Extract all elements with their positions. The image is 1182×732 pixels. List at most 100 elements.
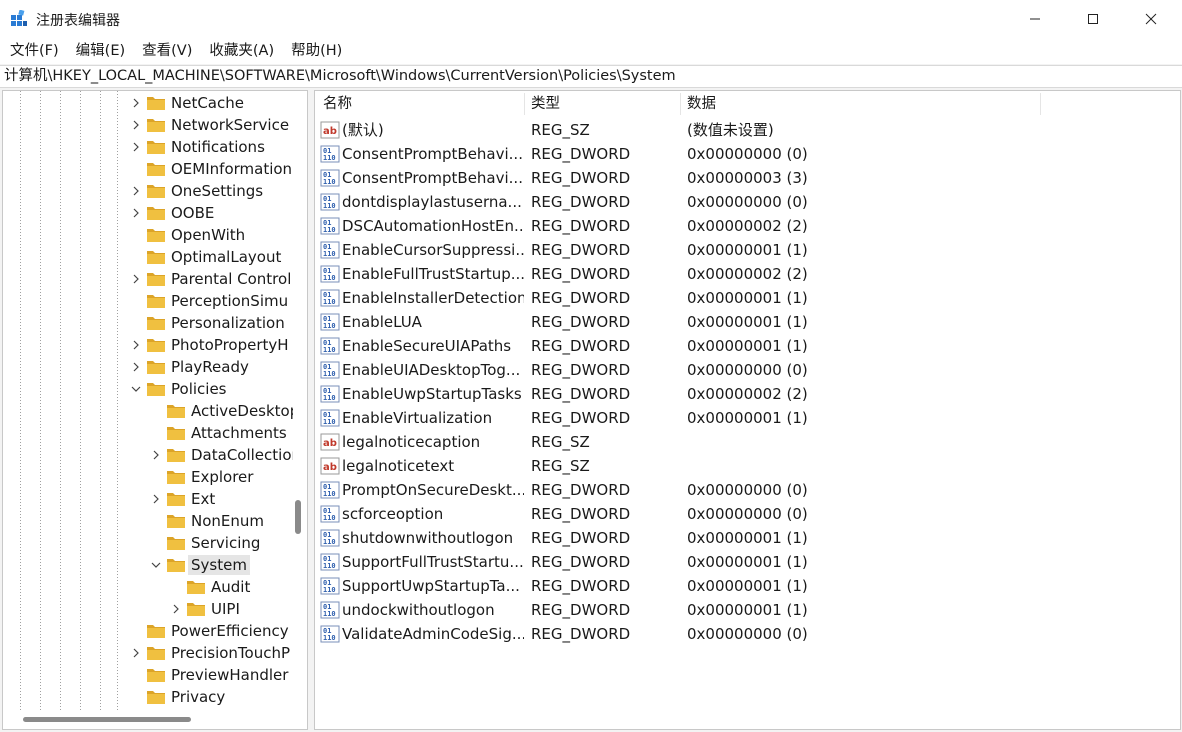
tree-node[interactable]: PrecisionTouchP [3,642,293,664]
tree-node[interactable]: Servicing [3,532,293,554]
tree-node[interactable]: PhotoPropertyH [3,334,293,356]
tree-node[interactable]: NetworkService [3,114,293,136]
chevron-down-icon[interactable] [150,559,162,571]
value-row[interactable]: 01 110 shutdownwithoutlogon REG_DWORD 0x0000… [315,526,1175,550]
value-row[interactable]: 01 110 SupportUwpStartupTa... REG_DWORD 0x00… [315,574,1175,598]
chevron-right-icon[interactable] [150,449,162,461]
value-row[interactable]: ab legalnoticecaption REG_SZ [315,430,1175,454]
value-row[interactable]: 01 110 EnableFullTrustStartup... REG_DWORD 0… [315,262,1175,286]
chevron-right-icon[interactable] [170,603,182,615]
value-row[interactable]: 01 110 scforceoption REG_DWORD 0x00000000 (0… [315,502,1175,526]
chevron-right-icon[interactable] [130,647,142,659]
value-type: REG_SZ [531,121,590,139]
chevron-right-icon[interactable] [130,339,142,351]
menu-edit[interactable]: 编辑(E) [68,39,133,63]
close-button[interactable] [1122,0,1180,38]
folder-icon [186,601,206,617]
chevron-down-icon[interactable] [130,383,142,395]
tree-horizontal-scroll-thumb[interactable] [23,717,191,722]
value-row[interactable]: 01 110 PromptOnSecureDeskt... REG_DWORD 0x00… [315,478,1175,502]
tree-node[interactable]: UIPI [3,598,293,620]
value-row[interactable]: 01 110 EnableUIADesktopTog... REG_DWORD 0x00… [315,358,1175,382]
value-row[interactable]: 01 110 EnableSecureUIAPaths REG_DWORD 0x0000… [315,334,1175,358]
tree-node[interactable]: OptimalLayout [3,246,293,268]
maximize-button[interactable] [1064,0,1122,38]
tree-node[interactable]: Privacy [3,686,293,708]
value-row[interactable]: 01 110 DSCAutomationHostEn... REG_DWORD 0x00… [315,214,1175,238]
chevron-right-icon[interactable] [150,493,162,505]
value-row[interactable]: ab legalnoticetext REG_SZ [315,454,1175,478]
chevron-right-icon[interactable] [130,119,142,131]
value-data: 0x00000002 (2) [687,385,808,403]
column-header-type[interactable]: 类型 [531,91,560,117]
column-separator[interactable] [1040,93,1041,115]
tree-node[interactable]: Notifications [3,136,293,158]
value-row[interactable]: 01 110 EnableInstallerDetection REG_DWORD 0x… [315,286,1175,310]
tree-node[interactable]: Ext [3,488,293,510]
column-header-name[interactable]: 名称 [323,91,352,117]
tree-node[interactable]: System [3,554,293,576]
values-list[interactable]: 名称 类型 数据 ab (默认) REG_SZ (数值未设置) 01 110 Consent… [314,90,1181,730]
tree-node[interactable]: OEMInformation [3,158,293,180]
tree-node[interactable]: OneSettings [3,180,293,202]
value-row[interactable]: 01 110 ConsentPromptBehavi... REG_DWORD 0x00… [315,142,1175,166]
column-header-data[interactable]: 数据 [687,91,716,117]
value-name: EnableVirtualization [342,409,493,427]
value-row[interactable]: 01 110 EnableLUA REG_DWORD 0x00000001 (1) [315,310,1175,334]
menu-favorites[interactable]: 收藏夹(A) [201,39,282,63]
value-name: EnableInstallerDetection [342,289,524,307]
dword-value-icon: 01 110 [320,265,340,283]
chevron-right-icon[interactable] [130,207,142,219]
column-separator[interactable] [524,93,525,115]
chevron-right-icon[interactable] [130,185,142,197]
folder-icon [166,513,186,529]
tree-node[interactable]: PerceptionSimu [3,290,293,312]
tree-node[interactable]: DataCollection [3,444,301,466]
svg-text:110: 110 [323,562,336,570]
value-row[interactable]: ab (默认) REG_SZ (数值未设置) [315,118,1175,142]
address-bar[interactable]: 计算机\HKEY_LOCAL_MACHINE\SOFTWARE\Microsof… [0,65,1182,88]
menu-help[interactable]: 帮助(H) [283,39,350,63]
minimize-button[interactable] [1006,0,1064,38]
tree-vertical-scroll-thumb[interactable] [295,500,301,534]
tree-node[interactable]: Attachments [3,422,293,444]
tree-node-label: PreviewHandler [171,666,289,684]
tree-node[interactable]: PlayReady [3,356,293,378]
chevron-right-icon[interactable] [130,273,142,285]
menu-file[interactable]: 文件(F) [2,39,67,63]
column-separator[interactable] [680,93,681,115]
value-row[interactable]: 01 110 dontdisplaylastuserna... REG_DWORD 0x… [315,190,1175,214]
tree-node[interactable]: PreviewHandler [3,664,293,686]
value-type: REG_DWORD [531,337,631,355]
folder-icon [146,95,166,111]
value-row[interactable]: 01 110 EnableUwpStartupTasks REG_DWORD 0x000… [315,382,1175,406]
chevron-right-icon[interactable] [130,141,142,153]
tree-node[interactable]: Audit [3,576,293,598]
svg-text:110: 110 [323,226,336,234]
tree-node[interactable]: NetCache [3,92,293,114]
tree-node[interactable]: NonEnum [3,510,293,532]
value-row[interactable]: 01 110 undockwithoutlogon REG_DWORD 0x000000… [315,598,1175,622]
value-row[interactable]: 01 110 ConsentPromptBehavi... REG_DWORD 0x00… [315,166,1175,190]
value-row[interactable]: 01 110 EnableCursorSuppressi... REG_DWORD 0x… [315,238,1175,262]
menu-view[interactable]: 查看(V) [134,39,200,63]
tree-node[interactable]: OpenWith [3,224,293,246]
tree-node[interactable]: PowerEfficiency [3,620,293,642]
key-tree[interactable]: NetCache NetworkService Notifications OEMIn… [2,90,308,730]
tree-vertical-scrollbar[interactable] [293,91,307,711]
tree-node[interactable]: Parental Control [3,268,293,290]
chevron-right-icon[interactable] [130,97,142,109]
dword-value-icon: 01 110 [320,577,340,595]
value-row[interactable]: 01 110 EnableVirtualization REG_DWORD 0x0000… [315,406,1175,430]
dword-value-icon: 01 110 [320,553,340,571]
value-data: (数值未设置) [687,121,774,139]
chevron-right-icon[interactable] [130,361,142,373]
value-type: REG_DWORD [531,529,631,547]
tree-node[interactable]: Explorer [3,466,293,488]
value-row[interactable]: 01 110 ValidateAdminCodeSig... REG_DWORD 0x0… [315,622,1175,646]
tree-node[interactable]: Policies [3,378,293,400]
tree-node[interactable]: Personalization [3,312,293,334]
tree-node[interactable]: ActiveDesktop [3,400,299,422]
tree-node[interactable]: OOBE [3,202,293,224]
value-row[interactable]: 01 110 SupportFullTrustStartu... REG_DWORD 0… [315,550,1175,574]
